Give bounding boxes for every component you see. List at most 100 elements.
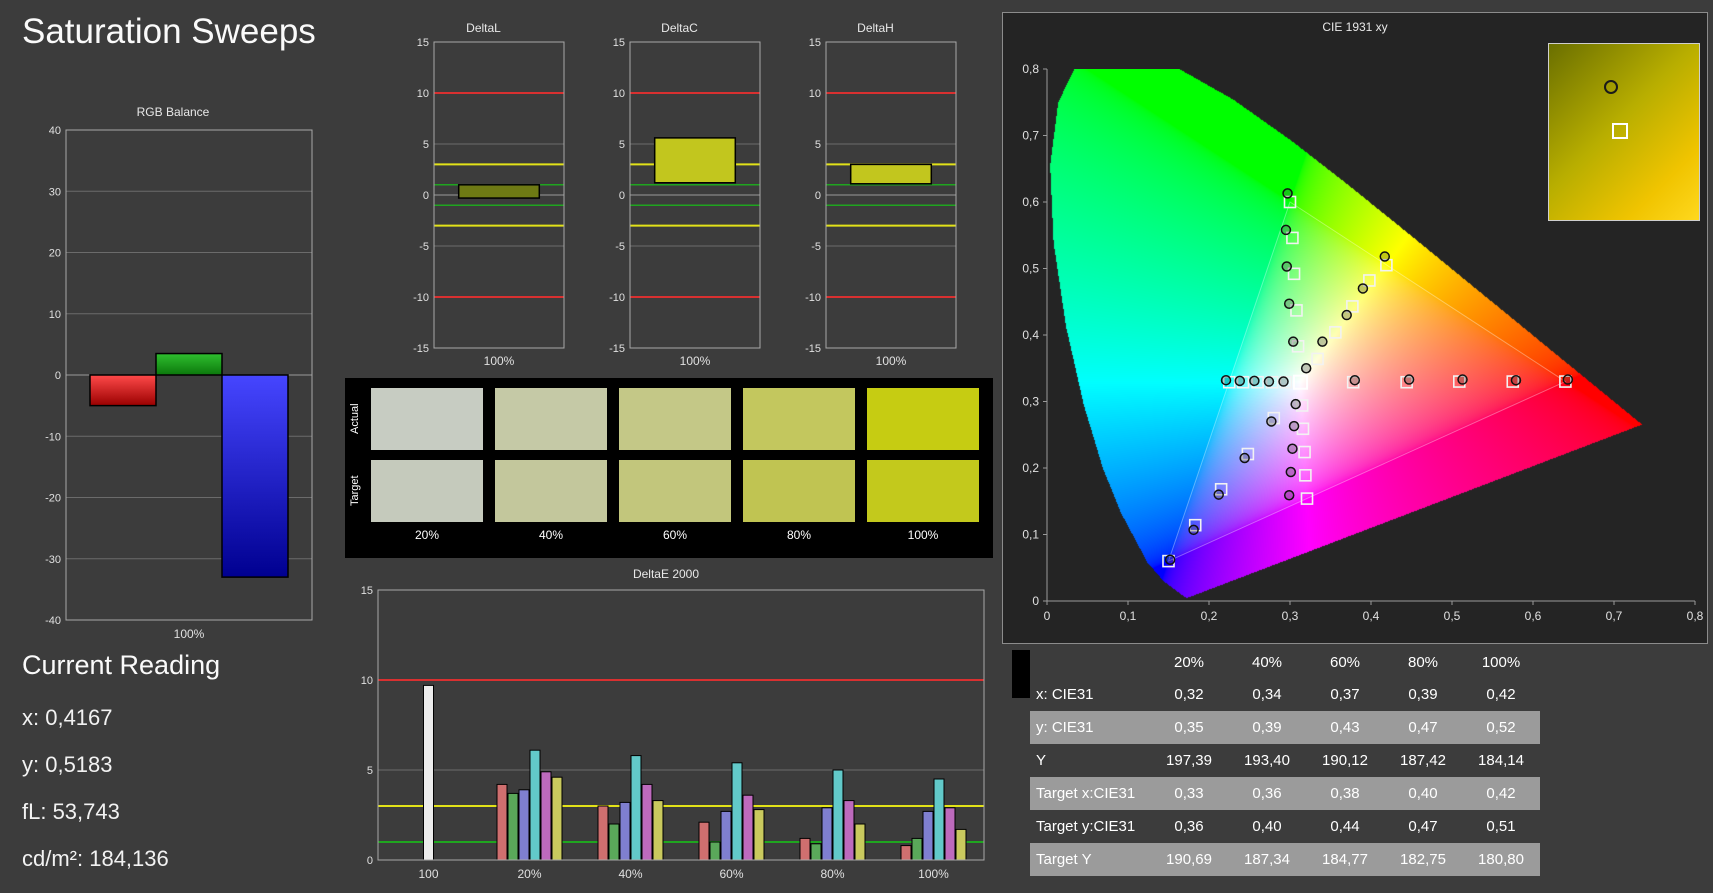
swatch-percent-label: 100% — [907, 528, 939, 542]
cie-panel: CIE 1931 xy 0 0,1 0,2 0,3 0,4 0,5 0,6 0,7 0,8 0 0,… — [1002, 12, 1708, 644]
deltae-bar-cyan — [529, 749, 541, 861]
reading-fl: fL: 53,743 — [22, 799, 120, 824]
table-row: y: CIE31 0,35 0,39 0,43 0,47 0,52 — [1030, 711, 1540, 744]
tick-label: -40 — [45, 615, 61, 627]
tick-label: 10 — [613, 88, 625, 100]
tick-label: 100% — [876, 354, 907, 368]
deltaL-plot: -15 -10 -5 0 5 10 15 100% — [413, 37, 565, 368]
actual-swatch-60% — [619, 388, 731, 450]
tick-label: 5 — [815, 139, 821, 151]
deltae2000-plot: 0 5 10 15 100 20% 40% 60% 80% 100% — [361, 585, 985, 881]
deltae-bar-red — [799, 837, 811, 861]
tick-label: -10 — [45, 431, 61, 443]
tick-label: 0 — [1044, 609, 1051, 623]
tick-label: 0 — [367, 855, 373, 867]
deltae-bar-green — [608, 823, 620, 861]
rgb-bar-red — [89, 374, 157, 407]
tick-label: -5 — [811, 241, 821, 253]
tick-label: 0,1 — [1022, 528, 1039, 542]
table-row-label: Target y:CIE31 — [1036, 818, 1136, 835]
table-cell: 182,75 — [1400, 851, 1446, 868]
tick-label: 5 — [619, 139, 625, 151]
rgb-balance-chart: RGB Balance -40 -30 -20 -10 0 10 20 30 40 100% — [28, 104, 318, 665]
swatch-percent-label: 20% — [414, 528, 440, 542]
tick-label: 15 — [361, 585, 373, 597]
swatch-percent-label: 60% — [662, 528, 688, 542]
table-cell: 0,52 — [1486, 719, 1516, 736]
deltaH-title: DeltaH — [857, 21, 894, 35]
table-header-corner — [1030, 648, 1150, 678]
deltae-bar-cyan — [832, 769, 844, 861]
tick-label: 0,2 — [1201, 609, 1218, 623]
table-cell: 0,36 — [1252, 785, 1282, 802]
deltae-bar-blue — [821, 807, 833, 861]
deltae-bar-yellow — [551, 776, 563, 861]
deltae-bar-cyan — [630, 755, 642, 861]
table-cell: 187,42 — [1400, 752, 1446, 769]
table-cell: 0,33 — [1174, 785, 1204, 802]
tick-label: 10 — [809, 88, 821, 100]
tick-label: -5 — [419, 241, 429, 253]
target-row-label: Target — [349, 475, 361, 507]
deltae-bar-green — [507, 792, 519, 861]
table-cell: 190,69 — [1166, 851, 1212, 868]
tick-label: -5 — [615, 241, 625, 253]
deltaC-title: DeltaC — [661, 21, 698, 35]
tick-label: 15 — [417, 37, 429, 49]
current-reading-title: Current Reading — [22, 650, 221, 680]
table-cell: 0,51 — [1486, 818, 1516, 835]
tick-label: 15 — [809, 37, 821, 49]
table-cell: 0,37 — [1330, 686, 1360, 703]
table-row-label: Target Y — [1036, 851, 1092, 868]
actual-row-label: Actual — [349, 403, 361, 435]
tick-label: -20 — [45, 493, 61, 505]
deltae-bar-red — [597, 805, 609, 861]
inset-measured-marker — [1604, 80, 1618, 94]
deltaC-bar — [653, 137, 737, 184]
tick-label: 40% — [618, 867, 642, 881]
table-cell: 0,36 — [1174, 818, 1204, 835]
deltae2000-chart: DeltaE 2000 0 5 10 15 100 20% 40% 60% 80% 100% — [340, 566, 992, 884]
deltae-bar-blue — [619, 801, 631, 861]
tick-label: 10 — [417, 88, 429, 100]
deltae-bar-magenta — [944, 807, 956, 861]
target-swatch-20% — [371, 460, 483, 522]
actual-swatch-row — [371, 388, 979, 450]
deltae-bar-magenta — [641, 783, 653, 861]
table-cell: 0,32 — [1174, 686, 1204, 703]
table-cell: 0,39 — [1252, 719, 1282, 736]
deltae-bar-yellow — [652, 800, 664, 861]
tick-label: -15 — [609, 343, 625, 355]
table-cell: 190,12 — [1322, 752, 1368, 769]
deltae-bar-cyan — [731, 762, 743, 861]
tick-label: 0,3 — [1022, 395, 1039, 409]
target-swatch-40% — [495, 460, 607, 522]
cie-title: CIE 1931 xy — [1322, 20, 1388, 34]
table-cell: 0,40 — [1252, 818, 1282, 835]
table-cell: 0,39 — [1408, 686, 1438, 703]
tick-label: 0 — [815, 190, 821, 202]
tick-label: 100% — [484, 354, 515, 368]
deltae-bar-blue — [922, 810, 934, 861]
target-swatch-row — [371, 460, 979, 522]
deltae-bar-magenta — [843, 800, 855, 861]
deltaL-title: DeltaL — [466, 21, 501, 35]
tick-label: 80% — [820, 867, 844, 881]
tick-label: 0,5 — [1444, 609, 1461, 623]
tick-label: 5 — [423, 139, 429, 151]
table-header-row: 20% 40% 60% 80% 100% — [1030, 648, 1540, 678]
table-cell: 0,44 — [1330, 818, 1360, 835]
deltae-bar-magenta — [540, 771, 552, 861]
table-cell: 184,14 — [1478, 752, 1524, 769]
cie-zoom-markers — [1604, 80, 1628, 139]
table-cell: 0,42 — [1486, 686, 1516, 703]
deltae-bar-red — [698, 821, 710, 861]
table-col-header: 40% — [1251, 654, 1283, 671]
tick-label: 15 — [613, 37, 625, 49]
tick-label: 0 — [423, 190, 429, 202]
tick-label: 0 — [55, 370, 61, 382]
tick-label: -10 — [609, 292, 625, 304]
table-row: Target y:CIE31 0,36 0,40 0,44 0,47 0,51 — [1030, 810, 1540, 843]
tick-label: 0,8 — [1022, 62, 1039, 76]
tick-label: 0 — [619, 190, 625, 202]
